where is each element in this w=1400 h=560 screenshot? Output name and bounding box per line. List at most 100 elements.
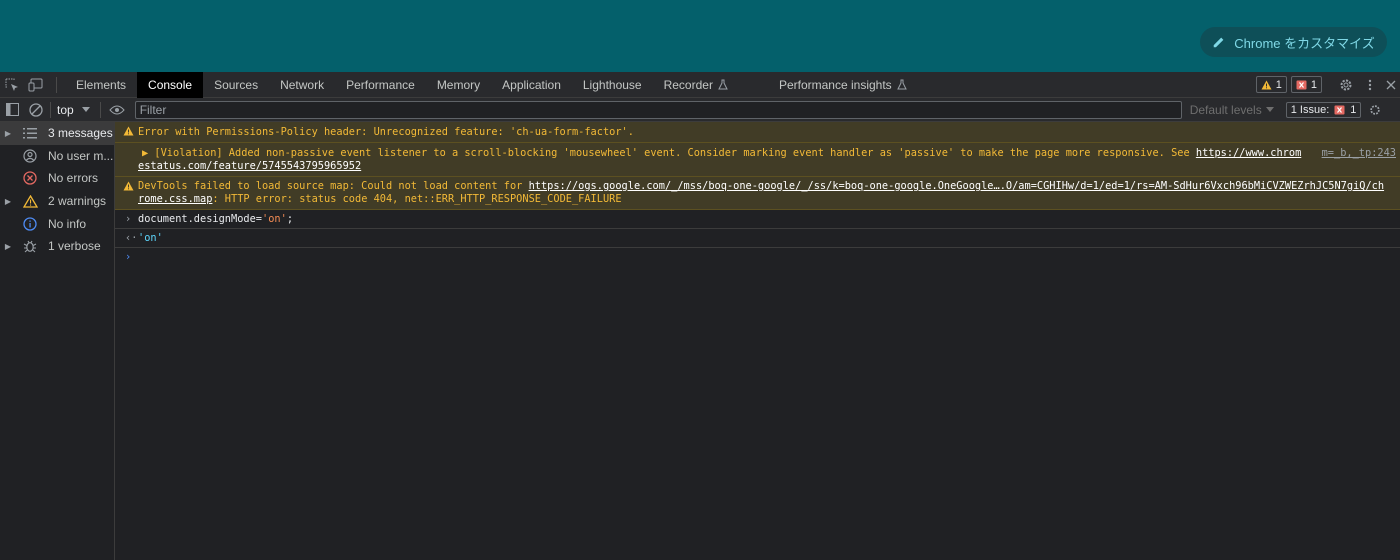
tab-application[interactable]: Application [491,72,572,98]
sidebar-item-label: 2 warnings [48,194,107,209]
message-text: : HTTP error: status code 404, net::ERR_… [212,193,622,205]
sidebar-item-user-messages[interactable]: No user m... [0,145,114,168]
tab-elements[interactable]: Elements [65,72,137,98]
console-toolbar: top Filter Default levels 1 Issue: 1 [0,98,1400,122]
message-text: DevTools failed to load source map: Coul… [138,180,529,192]
console-settings-gear-icon[interactable] [1367,97,1383,123]
toolbar-divider [50,101,51,118]
console-result[interactable]: ‹· 'on' [115,229,1400,248]
tab-label: Lighthouse [582,77,642,92]
message-link[interactable]: https://www.chrom [1196,147,1301,159]
tab-network[interactable]: Network [269,72,335,98]
console-sidebar: ▶ 3 messages No user m... No errors ▶ 2 … [0,122,115,560]
sidebar-item-messages[interactable]: ▶ 3 messages [0,122,114,145]
message-line: ▶ [Violation] Added non-passive event li… [138,147,1400,160]
tab-label: Memory [436,77,481,92]
tabbar-divider [56,76,57,93]
more-options-icon[interactable] [1358,72,1382,98]
tab-memory[interactable]: Memory [426,72,491,98]
show-sidebar-icon[interactable] [0,97,24,123]
warnings-count: 1 [1275,78,1282,91]
tab-label: Network [280,77,325,92]
message-text: ▶ [Violation] Added non-passive event li… [142,147,1196,159]
console-message-sourcemap-warning[interactable]: DevTools failed to load source map: Coul… [115,177,1400,210]
tab-label: Elements [76,77,127,92]
message-line: estatus.com/feature/5745543795965952 [138,160,1400,173]
tab-recorder[interactable]: Recorder [653,72,768,98]
command-string: 'on' [262,213,287,225]
error-icon [1296,80,1307,89]
dropdown-arrow-icon [1265,107,1274,112]
command-prefix: document.designMode= [138,213,262,225]
message-source-link[interactable]: m=_b,_tp:243 [1322,147,1396,159]
tab-label: Console [148,77,193,92]
prompt-caret-icon: › [125,251,132,263]
context-selector[interactable]: top [53,103,98,117]
settings-gear-icon[interactable] [1334,72,1358,98]
live-expression-eye-icon[interactable] [103,97,131,123]
expand-caret-icon[interactable]: ▶ [2,242,14,251]
sidebar-item-label: No info [48,216,87,231]
sidebar-item-label: No errors [48,171,99,186]
tab-lighthouse[interactable]: Lighthouse [572,72,653,98]
console-message-warning[interactable]: Error with Permissions-Policy header: Un… [115,122,1400,143]
tab-label: Performance [346,77,415,92]
console-command[interactable]: › document.designMode='on'; [115,210,1400,229]
warning-icon [123,181,134,191]
command-suffix: ; [286,213,294,225]
expand-caret-icon[interactable]: ▶ [2,129,14,138]
experimental-flask-icon [896,79,907,90]
tab-label: Recorder [663,77,713,92]
expand-caret-icon[interactable]: ▶ [2,197,14,206]
message-link[interactable]: https://ogs.google.com/_/mss/boq-one-goo… [529,180,1385,192]
tab-label: Sources [214,77,259,92]
log-levels-dropdown[interactable]: Default levels [1190,103,1274,117]
tab-sources[interactable]: Sources [203,72,269,98]
issues-label: 1 Issue: [1290,103,1330,116]
filter-input[interactable]: Filter [134,100,1182,119]
command-caret-icon: › [125,213,132,225]
warning-icon [1261,80,1272,89]
context-label: top [57,102,74,117]
console-prompt[interactable]: › [115,248,1400,268]
message-line: DevTools failed to load source map: Coul… [138,180,1400,193]
customize-chrome-button[interactable]: Chrome をカスタマイズ [1200,27,1387,57]
errors-count: 1 [1310,78,1317,91]
result-value: 'on' [138,232,163,244]
message-text: Error with Permissions-Policy header: Un… [138,126,634,138]
message-link[interactable]: estatus.com/feature/5745543795965952 [138,160,361,172]
warnings-badge[interactable]: 1 [1255,76,1287,93]
page-viewport: Chrome をカスタマイズ [0,0,1400,72]
tab-performance-insights[interactable]: Performance insights [768,72,918,98]
sidebar-item-info[interactable]: No info [0,212,114,235]
close-devtools-icon[interactable] [1382,72,1400,98]
warning-icon [123,126,134,136]
tab-console[interactable]: Console [137,71,204,98]
device-toolbar-icon[interactable] [24,72,48,98]
sidebar-item-verbose[interactable]: ▶ 1 verbose [0,235,114,258]
clear-console-icon[interactable] [24,97,48,123]
command-text: document.designMode='on'; [138,213,1400,226]
info-icon [22,216,38,232]
sidebar-item-warnings[interactable]: ▶ 2 warnings [0,190,114,213]
issues-count: 1 [1350,103,1357,116]
issues-button[interactable]: 1 Issue: 1 [1285,101,1362,118]
user-icon [22,148,38,164]
message-link[interactable]: rome.css.map [138,193,212,205]
tab-performance[interactable]: Performance [335,72,426,98]
sidebar-item-label: 1 verbose [48,239,101,254]
experimental-flask-icon [718,79,728,90]
dropdown-arrow-icon [81,107,90,112]
error-icon [1334,105,1345,114]
console-message-violation[interactable]: ▶ [Violation] Added non-passive event li… [115,143,1400,177]
sidebar-item-errors[interactable]: No errors [0,167,114,190]
tab-label: Application [502,77,561,92]
sidebar-item-label: 3 messages [48,126,113,141]
console-messages: Error with Permissions-Policy header: Un… [115,122,1400,560]
tab-label: Performance insights [778,77,892,92]
pencil-icon [1214,37,1224,48]
inspect-element-icon[interactable] [0,72,24,98]
message-line: rome.css.map: HTTP error: status code 40… [138,193,1400,206]
error-circle-icon [22,170,38,186]
errors-badge[interactable]: 1 [1290,76,1322,93]
